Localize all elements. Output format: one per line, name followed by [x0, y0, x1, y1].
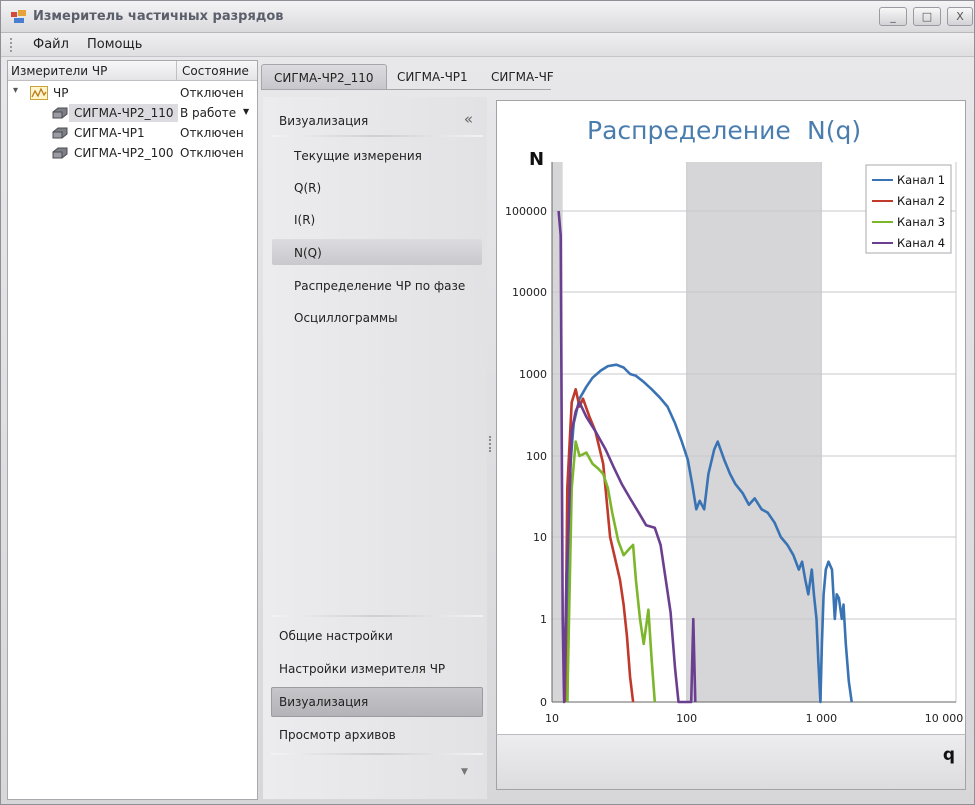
tree-item-state: Отключен [180, 86, 244, 100]
tab-underline [261, 89, 551, 90]
legend-label: Канал 3 [897, 215, 945, 229]
legend-label: Канал 2 [897, 194, 945, 208]
y-tick-label: 0 [540, 696, 547, 709]
app-window: Измеритель частичных разрядов _ □ X Файл… [0, 0, 975, 805]
tree-item-label: ЧР [53, 86, 69, 100]
tab-sigma-110[interactable]: СИГМА-ЧР2_110 [261, 64, 387, 90]
section-archive[interactable]: Просмотр архивов [279, 728, 396, 742]
tree-row-sigma-1[interactable]: СИГМА-ЧР1 Отключен [8, 123, 257, 143]
tree-item-state: Отключен [180, 146, 244, 160]
x-tick-label: 10 [545, 712, 559, 725]
x-tick-label: 10 000 [925, 712, 964, 725]
device-icon [52, 147, 68, 159]
y-tick-label: 100 [526, 450, 547, 463]
tree-column-devices[interactable]: Измерители ЧР [11, 64, 107, 78]
tree-item-label: СИГМА-ЧР2_110 [74, 106, 174, 120]
nav-item-current[interactable]: Текущие измерения [294, 149, 422, 163]
legend-label: Канал 1 [897, 173, 945, 187]
nav-item-ir[interactable]: I(R) [294, 213, 315, 227]
section-meter-settings[interactable]: Настройки измерителя ЧР [279, 662, 445, 676]
window-title: Измеритель частичных разрядов [33, 9, 284, 24]
section-visualization[interactable]: Визуализация [279, 695, 368, 709]
tab-sigma-1[interactable]: СИГМА-ЧР1 [385, 64, 480, 90]
shaded-band-1 [686, 162, 822, 702]
title-bar: Измеритель частичных разрядов _ □ X [1, 1, 974, 33]
nav-panel: Визуализация « Текущие измерения Q(R) I(… [263, 97, 487, 799]
nav-item-oscillograms[interactable]: Осциллограммы [294, 311, 398, 325]
nav-divider [271, 615, 483, 617]
nav-divider [271, 753, 483, 755]
maximize-button[interactable]: □ [913, 7, 941, 26]
series-line-3 [566, 440, 657, 703]
tree-item-state: Отключен [180, 126, 244, 140]
nav-item-qr[interactable]: Q(R) [294, 181, 321, 195]
app-icon [11, 10, 26, 23]
tree-row-sigma-110[interactable]: СИГМА-ЧР2_110 В работе ▼ [8, 103, 257, 123]
nav-item-nq[interactable]: N(Q) [294, 246, 322, 260]
nq-chart: 0 1 10 100 1000 10000 100000 10 100 1 000 10 000 Ра… [505, 116, 964, 725]
y-tick-label: 1000 [519, 368, 547, 381]
tree-row-root[interactable]: ▾ ЧР Отключен [8, 83, 257, 103]
splitter-handle[interactable] [489, 436, 492, 452]
y-tick-label: 100000 [505, 205, 547, 218]
tree-column-state[interactable]: Состояние [176, 61, 257, 80]
chart-title: Распределение [587, 116, 791, 145]
nav-item-phase[interactable]: Распределение ЧР по фазе [294, 279, 465, 293]
menu-file[interactable]: Файл [33, 37, 69, 52]
menu-bar: Файл Помощь [1, 33, 974, 57]
scroll-down-icon[interactable]: ▼ [461, 767, 468, 777]
pd-group-icon [30, 86, 48, 100]
x-tick-label: 1 000 [806, 712, 838, 725]
expand-icon[interactable]: ▾ [13, 85, 18, 96]
nav-header-label: Визуализация [279, 114, 369, 128]
tree-item-label: СИГМА-ЧР1 [74, 126, 145, 140]
legend-label: Канал 4 [897, 236, 945, 250]
x-axis-label: q [942, 745, 955, 765]
tree-item-state[interactable]: В работе [180, 106, 236, 120]
y-axis-label: N [529, 149, 544, 170]
device-icon [52, 107, 68, 119]
nav-header: Визуализация « [271, 105, 483, 135]
y-tick-label: 1 [540, 613, 547, 626]
y-tick-label: 10 [533, 531, 547, 544]
menu-grip-icon [10, 38, 13, 52]
nav-divider [271, 135, 483, 137]
section-general-settings[interactable]: Общие настройки [279, 629, 393, 643]
device-icon [52, 127, 68, 139]
chart-footer: q [496, 734, 966, 790]
device-tree: Измерители ЧР Состояние ▾ ЧР Отключен СИ… [7, 60, 258, 800]
state-dropdown-icon[interactable]: ▼ [243, 107, 249, 116]
minimize-button[interactable]: _ [879, 7, 907, 26]
chart-panel: 0 1 10 100 1000 10000 100000 10 100 1 000 10 000 Ра… [496, 100, 966, 790]
close-button[interactable]: X [947, 7, 973, 26]
collapse-icon[interactable]: « [464, 110, 473, 128]
chart-title-suffix: N(q) [807, 116, 861, 145]
tree-item-label: СИГМА-ЧР2_100 [74, 146, 174, 160]
tab-sigma-cut[interactable]: СИГМА-ЧF [479, 64, 566, 90]
y-tick-label: 10000 [512, 286, 547, 299]
menu-help[interactable]: Помощь [87, 37, 142, 52]
device-tabs: СИГМА-ЧР2_110 СИГМА-ЧР1 СИГМА-ЧF [261, 60, 971, 90]
tree-header: Измерители ЧР Состояние [8, 61, 257, 81]
x-tick-label: 100 [676, 712, 697, 725]
tree-row-sigma-100[interactable]: СИГМА-ЧР2_100 Отключен [8, 143, 257, 163]
